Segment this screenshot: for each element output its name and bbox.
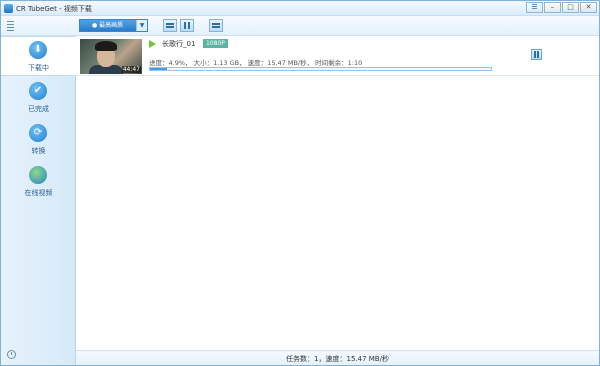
start-all-icon	[184, 22, 190, 29]
quality-select[interactable]: ● 最高画质 ▼	[79, 19, 148, 32]
status-text: 任务数：1，速度：15.47 MB/秒	[286, 355, 389, 363]
convert-icon: ⟳	[29, 124, 47, 142]
title-bar: CR TubeGet - 视频下载 ☰ – □ ✕	[1, 1, 599, 16]
app-window: CR TubeGet - 视频下载 ☰ – □ ✕ ● 最高画质 ▼ ⬇ 下载中	[0, 0, 600, 366]
sidebar-item-label: 在线视频	[24, 189, 53, 197]
video-duration: 44:47	[121, 66, 141, 73]
download-icon: ⬇	[29, 41, 47, 59]
task-status-text: 进度：4.9%， 大小：1.13 GB， 速度：15.47 MB/秒， 时间剩余…	[149, 59, 363, 67]
sidebar-item-downloading[interactable]: ⬇ 下载中	[1, 36, 76, 76]
close-button[interactable]: ✕	[580, 2, 597, 13]
list-item[interactable]: 44:47 长歌行_01 1080P 进度：4.9%， 大小：1.13 GB， …	[76, 36, 599, 76]
sidebar-item-convert[interactable]: ⟳ 转换	[1, 120, 76, 160]
chevron-down-icon[interactable]: ▼	[136, 20, 147, 31]
pause-icon	[534, 51, 539, 58]
menu-button[interactable]: ☰	[526, 2, 543, 13]
pause-task-button[interactable]	[531, 49, 542, 60]
globe-icon	[29, 166, 47, 184]
minimize-button[interactable]: –	[544, 2, 561, 13]
download-list: 44:47 长歌行_01 1080P 进度：4.9%， 大小：1.13 GB， …	[76, 36, 599, 350]
sidebar-item-label: 已完成	[28, 105, 49, 113]
sidebar-item-label: 转换	[31, 147, 46, 155]
window-controls: ☰ – □ ✕	[526, 2, 597, 13]
maximize-button[interactable]: □	[562, 2, 579, 13]
window-title: CR TubeGet - 视频下载	[16, 5, 92, 13]
hamburger-menu-icon[interactable]	[7, 21, 14, 31]
quality-select-value: ● 最高画质	[92, 22, 124, 29]
app-logo-icon	[4, 4, 13, 13]
clear-button[interactable]	[209, 19, 223, 32]
toolbar: ● 最高画质 ▼	[1, 16, 599, 36]
clock-icon[interactable]	[7, 350, 16, 359]
sidebar-item-label: 下载中	[28, 64, 49, 72]
start-all-button[interactable]	[180, 19, 194, 32]
sidebar-item-online-video[interactable]: 在线视频	[1, 162, 76, 202]
resolution-badge: 1080P	[203, 39, 228, 48]
check-icon: ✔	[29, 82, 47, 100]
sidebar: ⬇ 下载中 ✔ 已完成 ⟳ 转换 在线视频	[1, 36, 76, 365]
pause-all-icon	[166, 23, 174, 28]
clear-icon	[212, 23, 220, 28]
task-title: 长歌行_01	[162, 40, 196, 48]
status-bar: 任务数：1，速度：15.47 MB/秒	[76, 350, 599, 365]
video-thumbnail: 44:47	[80, 39, 142, 74]
progress-fill	[150, 68, 167, 70]
progress-bar	[149, 67, 492, 71]
pause-all-button[interactable]	[163, 19, 177, 32]
sidebar-item-completed[interactable]: ✔ 已完成	[1, 78, 76, 118]
play-icon[interactable]	[149, 40, 156, 48]
